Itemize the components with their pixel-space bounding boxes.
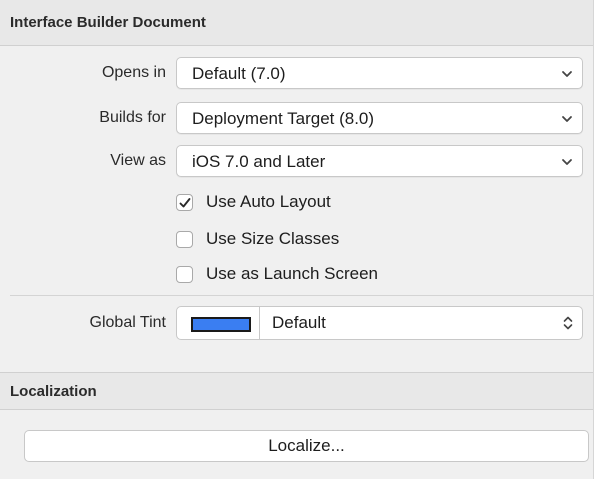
global-tint-label: Global Tint [89, 314, 166, 331]
chevron-down-icon [562, 71, 572, 77]
localize-button[interactable]: Localize... [24, 430, 589, 462]
opens-in-value: Default (7.0) [192, 64, 286, 83]
view-as-popup[interactable]: iOS 7.0 and Later [176, 145, 583, 177]
checkbox-box[interactable] [176, 194, 193, 211]
color-swatch-well[interactable] [177, 307, 260, 339]
builds-for-value: Deployment Target (8.0) [192, 109, 375, 128]
checkmark-icon [179, 198, 191, 208]
checkbox-label: Use Auto Layout [206, 192, 331, 211]
view-as-value: iOS 7.0 and Later [192, 152, 326, 171]
color-swatch [191, 317, 251, 332]
chevron-down-icon [562, 159, 572, 165]
global-tint-value: Default [272, 313, 326, 332]
checkbox-label: Use Size Classes [206, 229, 340, 248]
builds-for-label: Builds for [99, 109, 166, 126]
view-as-label: View as [110, 152, 166, 169]
opens-in-label: Opens in [101, 64, 166, 81]
inspector-panel: Interface Builder Document Opens in Defa… [0, 0, 594, 479]
interface-builder-section-header: Interface Builder Document [0, 0, 593, 46]
localization-section-header: Localization [0, 372, 593, 410]
up-down-chevron-icon [563, 316, 573, 330]
chevron-down-icon [562, 116, 572, 122]
global-tint-popup[interactable]: Default [176, 306, 583, 340]
opens-in-popup[interactable]: Default (7.0) [176, 57, 583, 89]
checkbox-label: Use as Launch Screen [206, 264, 378, 283]
checkbox-box[interactable] [176, 231, 193, 248]
section-divider [10, 295, 593, 296]
checkbox-box[interactable] [176, 266, 193, 283]
builds-for-popup[interactable]: Deployment Target (8.0) [176, 102, 583, 134]
